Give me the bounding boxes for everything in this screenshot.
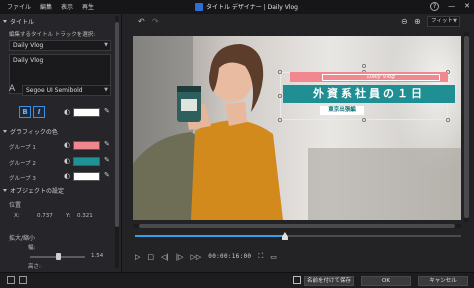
group-2-label: グループ 2 [9,161,36,167]
share-icon[interactable] [19,276,27,284]
redo-icon[interactable]: ↷ [152,17,159,26]
position-label: 位置 [9,202,22,209]
scrollbar-thumb[interactable] [115,22,119,227]
help-button[interactable]: ? [430,2,440,11]
rotate-handle[interactable] [362,64,366,68]
resize-handle[interactable] [362,118,366,122]
resize-handle[interactable] [278,70,282,74]
scale-value[interactable]: 1.54 [91,253,103,259]
collapse-icon [3,189,7,192]
minimize-button[interactable]: — [448,2,455,11]
x-value[interactable]: 0.737 [37,213,53,219]
text-color-swatch[interactable] [73,108,100,117]
save-as-button[interactable]: 名前を付けて保存 [304,276,354,286]
scale-label: 拡大/縮小 [9,235,36,242]
cancel-button[interactable]: キャンセル [418,276,468,286]
eyedropper-icon[interactable]: ✎ [104,140,110,148]
x-label: X: [14,213,20,219]
zoom-in-icon[interactable]: ⊕ [414,17,421,26]
resize-handle[interactable] [446,118,450,122]
timeline-progress [135,235,285,237]
timeline-scrubber[interactable] [135,232,461,240]
scrollbar-thumb[interactable] [139,224,455,228]
opacity-icon[interactable]: ◐ [64,141,70,149]
fullscreen-icon[interactable]: ⛶ [258,252,263,261]
resize-handle[interactable] [278,94,282,98]
bold-button[interactable]: B [19,106,31,118]
close-button[interactable]: ✕ [464,2,470,11]
ok-button[interactable]: OK [361,276,411,286]
title-pink-text: Daily Vlog [322,74,440,81]
collapse-icon [3,130,7,133]
title-main-text: 外資系社員の１日 [283,85,455,103]
eyedropper-icon[interactable]: ✎ [104,107,110,115]
group-3-color-swatch[interactable] [73,172,100,181]
save-icon[interactable] [293,276,301,284]
play-icon[interactable]: ▷ [135,253,140,261]
eyedropper-icon[interactable]: ✎ [104,156,110,164]
fast-forward-icon[interactable]: ▷▷ [191,253,202,261]
preview-window-icon[interactable]: ▭ [270,253,277,261]
title-subtitle-text: 東京出張編 [320,106,364,115]
opacity-icon[interactable]: ◐ [64,172,70,180]
track-select-label: 編集するタイトル トラックを選択: [9,32,96,38]
menu-view[interactable]: 表示 [61,2,73,11]
dialog-footer: 名前を付けて保存 OK キャンセル [0,272,474,288]
template-icon[interactable] [7,276,15,284]
stop-icon[interactable]: □ [147,253,154,261]
group-3-label: グループ 3 [9,176,36,182]
video-frame-image [133,36,461,220]
preview-vertical-scrollbar[interactable] [464,32,469,222]
group-1-label: グループ 1 [9,145,36,151]
y-label: Y: [66,213,71,219]
previous-frame-icon[interactable]: ◁| [161,253,169,261]
opacity-icon[interactable]: ◐ [64,157,70,165]
window-buttons: ? — ✕ [430,2,470,11]
preview-canvas[interactable] [133,36,461,220]
collapse-icon [3,20,7,23]
menu-file[interactable]: ファイル [7,2,31,11]
italic-button[interactable]: I [33,106,45,118]
title-section-header[interactable]: タイトル [3,17,34,26]
preview-toolbar: ↶ ↷ ⊖ ⊕ フィット [124,14,474,30]
track-select-dropdown[interactable]: Daily Vlog [9,40,111,51]
group-2-color-swatch[interactable] [73,157,100,166]
zoom-fit-dropdown[interactable]: フィット [427,16,460,27]
scrollbar-thumb[interactable] [464,36,469,218]
app-title-text: タイトル デザイナー | Daily Vlog [206,4,298,11]
playback-controls: ▷ □ ◁| |▷ ▷▷ 00:00:16:00 ⛶ ▭ [135,252,277,261]
resize-handle[interactable] [278,118,282,122]
height-label: 高さ: [28,264,41,270]
zoom-out-icon[interactable]: ⊖ [401,17,408,26]
app-title: タイトル デザイナー | Daily Vlog [195,2,298,11]
graphics-color-label: グラフィックの色 [10,129,58,136]
timecode: 00:00:16:00 [208,253,252,260]
title-designer-window: ファイル 編集 表示 再生 タイトル デザイナー | Daily Vlog ? … [0,0,474,288]
preview-horizontal-scrollbar[interactable] [133,224,461,228]
font-icon: A [9,84,16,94]
playhead-handle[interactable] [281,232,288,240]
menu-edit[interactable]: 編集 [40,2,52,11]
width-label: 幅: [28,245,36,251]
undo-icon[interactable]: ↶ [138,17,145,26]
menu-play[interactable]: 再生 [82,2,94,11]
properties-panel: タイトル 編集するタイトル トラックを選択: Daily Vlog Daily … [0,14,122,272]
opacity-icon[interactable]: ◐ [64,108,70,116]
font-select[interactable]: Segoe UI Semibold [22,85,111,96]
menu-bar: ファイル 編集 表示 再生 [7,2,94,11]
eyedropper-icon[interactable]: ✎ [104,171,110,179]
app-logo-icon [195,2,203,11]
object-settings-section-header[interactable]: オブジェクトの設定 [3,186,64,195]
title-section-label: タイトル [10,19,35,26]
group-1-color-swatch[interactable] [73,141,100,150]
graphics-color-section-header[interactable]: グラフィックの色 [3,127,58,136]
title-bar: ファイル 編集 表示 再生 タイトル デザイナー | Daily Vlog ? … [0,0,474,14]
next-frame-icon[interactable]: |▷ [176,253,184,261]
left-panel-scrollbar[interactable] [115,16,119,268]
y-value[interactable]: 0.321 [77,213,93,219]
scale-slider-knob[interactable] [56,253,61,260]
object-settings-label: オブジェクトの設定 [10,188,65,195]
